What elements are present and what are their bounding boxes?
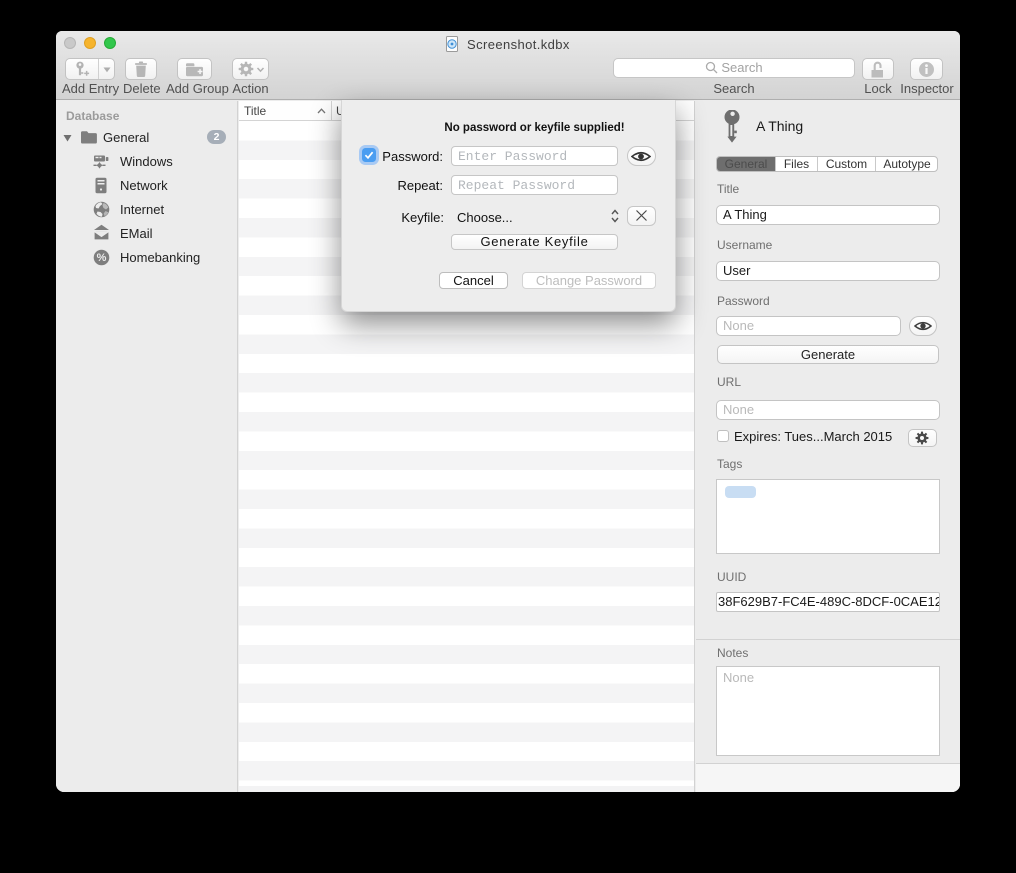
svg-text:%: % <box>97 252 107 264</box>
